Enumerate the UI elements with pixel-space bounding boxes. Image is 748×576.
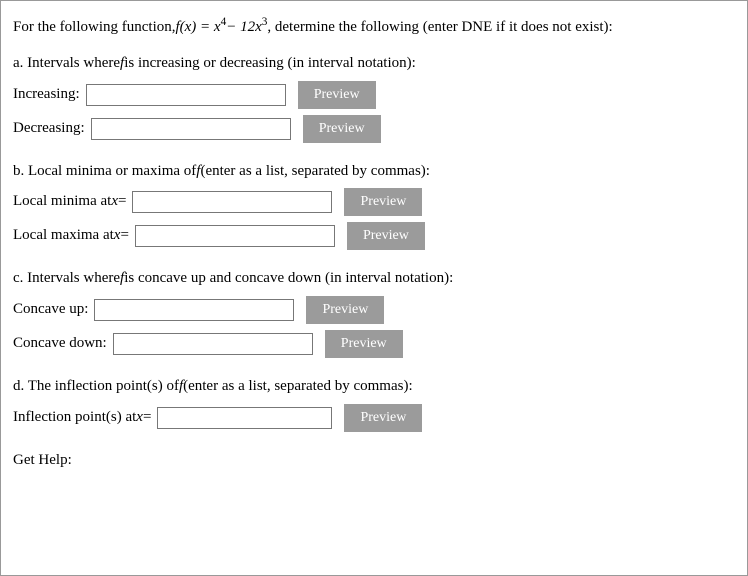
c-suffix: is concave up and concave down (in inter… [124,268,453,290]
local-maxima-input[interactable] [135,225,335,247]
part-a-title: a. Intervals where f is increasing or de… [13,53,735,75]
local-minima-input[interactable] [132,191,332,213]
inflection-input[interactable] [157,407,332,429]
exp1: 4 [221,14,227,30]
d-suffix: (enter as a list, separated by commas): [183,376,413,398]
preview-button[interactable]: Preview [347,222,425,250]
preview-button[interactable]: Preview [344,188,422,216]
c-prefix: c. Intervals where [13,268,120,290]
a-suffix: is increasing or decreasing (in interval… [124,53,416,75]
maxima-x: x [114,225,121,247]
intro-suffix: , determine the following (enter DNE if … [267,17,612,39]
b-prefix: b. Local minima or maxima of [13,161,196,183]
concave-up-input[interactable] [94,299,294,321]
inflection-eq: = [143,407,151,429]
inflection-row: Inflection point(s) at x = Preview [13,404,735,432]
part-c-title: c. Intervals where f is concave up and c… [13,268,735,290]
problem-statement: For the following function, f(x) = x4 − … [13,17,735,39]
concave-down-input[interactable] [113,333,313,355]
a-prefix: a. Intervals where [13,53,120,75]
minima-x: x [111,191,118,213]
increasing-row: Increasing: Preview [13,81,735,109]
preview-button[interactable]: Preview [325,330,403,358]
function-mid: − 12x [226,17,262,39]
concave-up-label: Concave up: [13,299,88,321]
function-lhs: f(x) = x [175,17,220,39]
increasing-label: Increasing: [13,84,80,106]
decreasing-row: Decreasing: Preview [13,115,735,143]
maxima-eq: = [120,225,128,247]
get-help-label: Get Help: [13,450,72,472]
concave-down-label: Concave down: [13,333,107,355]
d-prefix: d. The inflection point(s) of [13,376,179,398]
preview-button[interactable]: Preview [306,296,384,324]
part-d-title: d. The inflection point(s) of f (enter a… [13,376,735,398]
preview-button[interactable]: Preview [298,81,376,109]
b-suffix: (enter as a list, separated by commas): [200,161,430,183]
concave-down-row: Concave down: Preview [13,330,735,358]
minima-eq: = [118,191,126,213]
minima-prefix: Local minima at [13,191,111,213]
part-b-title: b. Local minima or maxima of f (enter as… [13,161,735,183]
problem-frame: For the following function, f(x) = x4 − … [0,0,748,576]
maxima-prefix: Local maxima at [13,225,114,247]
preview-button[interactable]: Preview [344,404,422,432]
intro-prefix: For the following function, [13,17,175,39]
inflection-prefix: Inflection point(s) at [13,407,136,429]
inflection-x: x [136,407,143,429]
preview-button[interactable]: Preview [303,115,381,143]
decreasing-label: Decreasing: [13,118,85,140]
local-minima-row: Local minima at x = Preview [13,188,735,216]
local-maxima-row: Local maxima at x = Preview [13,222,735,250]
increasing-input[interactable] [86,84,286,106]
decreasing-input[interactable] [91,118,291,140]
concave-up-row: Concave up: Preview [13,296,735,324]
get-help-row: Get Help: [13,450,735,472]
exp2: 3 [262,14,268,30]
